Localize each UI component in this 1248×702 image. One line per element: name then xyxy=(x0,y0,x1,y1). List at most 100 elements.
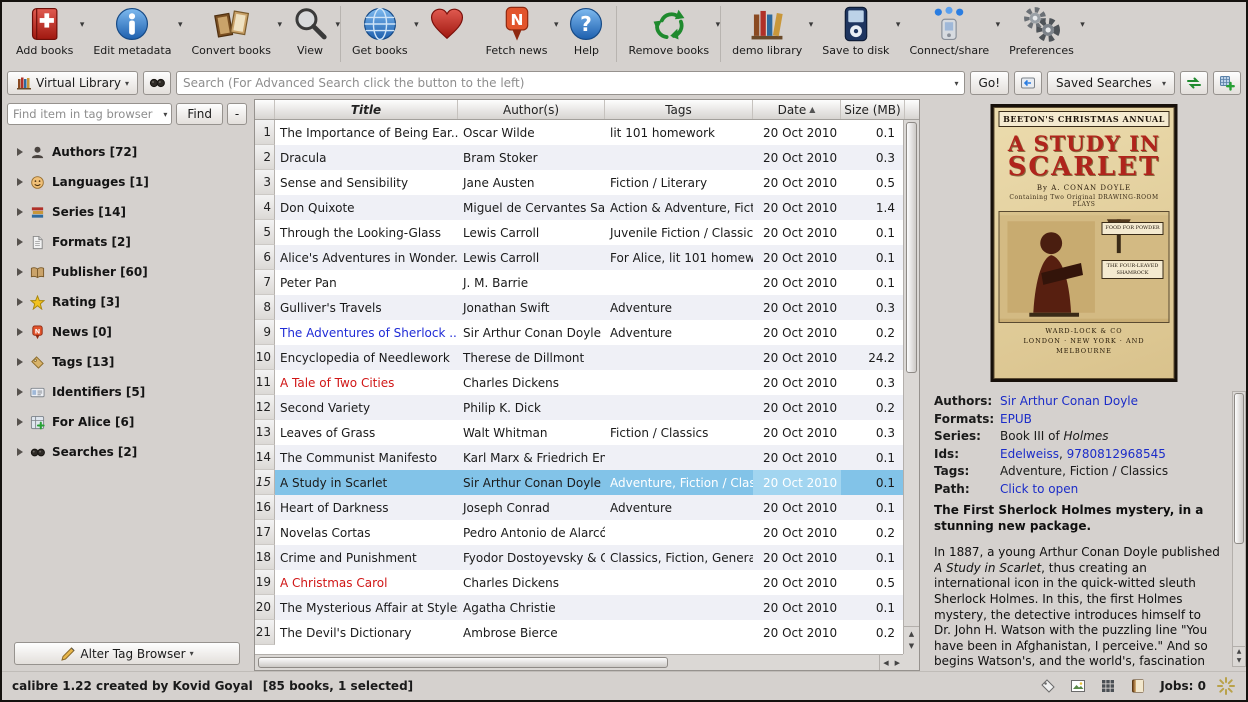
tag-browser-item-for-alice[interactable]: For Alice [6] xyxy=(7,407,247,437)
id-edelweiss-link[interactable]: Edelweiss xyxy=(1000,447,1059,461)
cell-authors[interactable]: Philip K. Dick xyxy=(458,395,605,420)
cell-authors[interactable]: Jonathan Swift xyxy=(458,295,605,320)
cell-size[interactable]: 0.1 xyxy=(841,545,905,570)
search-history-arrow-icon[interactable]: ▾ xyxy=(953,79,961,88)
cell-tags[interactable]: Fiction / Classics xyxy=(605,420,753,445)
cell-title[interactable]: The Mysterious Affair at Styles xyxy=(275,595,458,620)
cell-size[interactable]: 0.2 xyxy=(841,320,905,345)
cell-authors[interactable]: Lewis Carroll xyxy=(458,245,605,270)
cell-title[interactable]: A Study in Scarlet xyxy=(275,470,458,495)
cell-size[interactable]: 1.4 xyxy=(841,195,905,220)
cell-date[interactable]: 20 Oct 2010 xyxy=(753,520,841,545)
scrollbar-thumb[interactable] xyxy=(1234,393,1244,544)
cell-date[interactable]: 20 Oct 2010 xyxy=(753,220,841,245)
book-row[interactable]: 12Second VarietyPhilip K. Dick20 Oct 201… xyxy=(255,395,905,420)
tag-browser-item-rating[interactable]: Rating [3] xyxy=(7,287,247,317)
cell-authors[interactable]: Joseph Conrad xyxy=(458,495,605,520)
cell-size[interactable]: 0.1 xyxy=(841,120,905,145)
book-row[interactable]: 21The Devil's DictionaryAmbrose Bierce20… xyxy=(255,620,905,645)
tag-browser-item-tags[interactable]: Tags [13] xyxy=(7,347,247,377)
tag-browser-item-publisher[interactable]: Publisher [60] xyxy=(7,257,247,287)
cell-tags[interactable] xyxy=(605,620,753,645)
authors-link[interactable]: Sir Arthur Conan Doyle xyxy=(1000,393,1220,411)
advanced-search-button[interactable] xyxy=(143,71,171,95)
book-row[interactable]: 10Encyclopedia of NeedleworkTherese de D… xyxy=(255,345,905,370)
scrollbar-arrows[interactable]: ▲▼ xyxy=(904,626,919,654)
book-row[interactable]: 2DraculaBram Stoker20 Oct 20100.3 xyxy=(255,145,905,170)
cell-size[interactable]: 0.1 xyxy=(841,595,905,620)
book-row[interactable]: 7Peter PanJ. M. Barrie20 Oct 20100.1 xyxy=(255,270,905,295)
cell-size[interactable]: 0.5 xyxy=(841,170,905,195)
cell-tags[interactable] xyxy=(605,145,753,170)
cell-authors[interactable]: Sir Arthur Conan Doyle xyxy=(458,470,605,495)
toolbar-button-help[interactable]: Help xyxy=(557,3,615,58)
cell-authors[interactable]: Agatha Christie xyxy=(458,595,605,620)
expand-arrow-icon[interactable] xyxy=(17,298,23,306)
book-row[interactable]: 9The Adventures of Sherlock ...Sir Arthu… xyxy=(255,320,905,345)
cell-date[interactable]: 20 Oct 2010 xyxy=(753,370,841,395)
column-header-tags[interactable]: Tags xyxy=(605,100,753,119)
cell-tags[interactable]: Adventure xyxy=(605,495,753,520)
column-header-authors[interactable]: Author(s) xyxy=(458,100,605,119)
expand-arrow-icon[interactable] xyxy=(17,358,23,366)
cell-size[interactable]: 0.5 xyxy=(841,570,905,595)
cell-tags[interactable] xyxy=(605,395,753,420)
cell-title[interactable]: Sense and Sensibility xyxy=(275,170,458,195)
cell-date[interactable]: 20 Oct 2010 xyxy=(753,545,841,570)
collapse-all-button[interactable]: - xyxy=(227,103,247,125)
horizontal-scrollbar[interactable]: ◀▶ xyxy=(255,654,905,670)
virtual-library-button[interactable]: Virtual Library ▾ xyxy=(7,71,138,95)
column-header-title[interactable]: Title xyxy=(275,100,458,119)
expand-arrow-icon[interactable] xyxy=(17,148,23,156)
tag-browser-item-formats[interactable]: Formats [2] xyxy=(7,227,247,257)
scroll-up-icon[interactable]: ▲ xyxy=(909,629,914,640)
cell-date[interactable]: 20 Oct 2010 xyxy=(753,595,841,620)
cell-title[interactable]: The Communist Manifesto xyxy=(275,445,458,470)
cell-date[interactable]: 20 Oct 2010 xyxy=(753,420,841,445)
expand-arrow-icon[interactable] xyxy=(17,328,23,336)
cell-title[interactable]: Don Quixote xyxy=(275,195,458,220)
expand-arrow-icon[interactable] xyxy=(17,238,23,246)
scrollbar-thumb[interactable] xyxy=(258,657,668,668)
jobs-spinner-icon[interactable] xyxy=(1216,676,1236,696)
cell-date[interactable]: 20 Oct 2010 xyxy=(753,120,841,145)
column-header-index[interactable] xyxy=(255,100,275,119)
column-header-date[interactable]: Date ▲ xyxy=(753,100,841,119)
toolbar-button-get-books[interactable]: ▾Get books xyxy=(342,3,418,58)
cell-tags[interactable]: Classics, Fiction, General,... xyxy=(605,545,753,570)
book-row[interactable]: 18Crime and PunishmentFyodor Dostoyevsky… xyxy=(255,545,905,570)
book-row[interactable]: 13Leaves of GrassWalt WhitmanFiction / C… xyxy=(255,420,905,445)
book-row[interactable]: 5Through the Looking-GlassLewis CarrollJ… xyxy=(255,220,905,245)
book-row[interactable]: 15A Study in ScarletSir Arthur Conan Doy… xyxy=(255,470,905,495)
cell-tags[interactable] xyxy=(605,270,753,295)
book-row[interactable]: 17Novelas CortasPedro Antonio de Alarcón… xyxy=(255,520,905,545)
cell-tags[interactable] xyxy=(605,445,753,470)
scrollbar-thumb[interactable] xyxy=(906,122,917,373)
cell-title[interactable]: The Devil's Dictionary xyxy=(275,620,458,645)
find-input[interactable] xyxy=(13,107,161,121)
cell-title[interactable]: Crime and Punishment xyxy=(275,545,458,570)
expand-arrow-icon[interactable] xyxy=(17,418,23,426)
cell-authors[interactable]: Ambrose Bierce xyxy=(458,620,605,645)
column-header-size[interactable]: Size (MB) xyxy=(841,100,905,119)
go-button[interactable]: Go! xyxy=(970,71,1009,95)
cell-size[interactable]: 0.1 xyxy=(841,445,905,470)
toolbar-button-connect-share[interactable]: ▾Connect/share xyxy=(899,3,999,58)
cell-title[interactable]: Peter Pan xyxy=(275,270,458,295)
cell-authors[interactable]: Miguel de Cervantes Saa... xyxy=(458,195,605,220)
book-row[interactable]: 20The Mysterious Affair at StylesAgatha … xyxy=(255,595,905,620)
find-dropdown-arrow-icon[interactable]: ▾ xyxy=(161,110,169,119)
toolbar-button-fetch-news[interactable]: ▾Fetch news xyxy=(476,3,558,58)
cell-title[interactable]: Leaves of Grass xyxy=(275,420,458,445)
toolbar-button-convert-books[interactable]: ▾Convert books xyxy=(181,3,281,58)
book-row[interactable]: 14The Communist ManifestoKarl Marx & Fri… xyxy=(255,445,905,470)
toolbar-button-add-books[interactable]: ▾Add books xyxy=(6,3,83,58)
book-row[interactable]: 16Heart of DarknessJoseph ConradAdventur… xyxy=(255,495,905,520)
cell-title[interactable]: Second Variety xyxy=(275,395,458,420)
cell-tags[interactable] xyxy=(605,570,753,595)
clear-search-button[interactable] xyxy=(1014,71,1042,95)
cell-tags[interactable]: lit 101 homework xyxy=(605,120,753,145)
tag-browser-toggle-button[interactable] xyxy=(1036,675,1060,697)
book-row[interactable]: 3Sense and SensibilityJane AustenFiction… xyxy=(255,170,905,195)
jobs-counter[interactable]: Jobs: 0 xyxy=(1160,679,1206,693)
